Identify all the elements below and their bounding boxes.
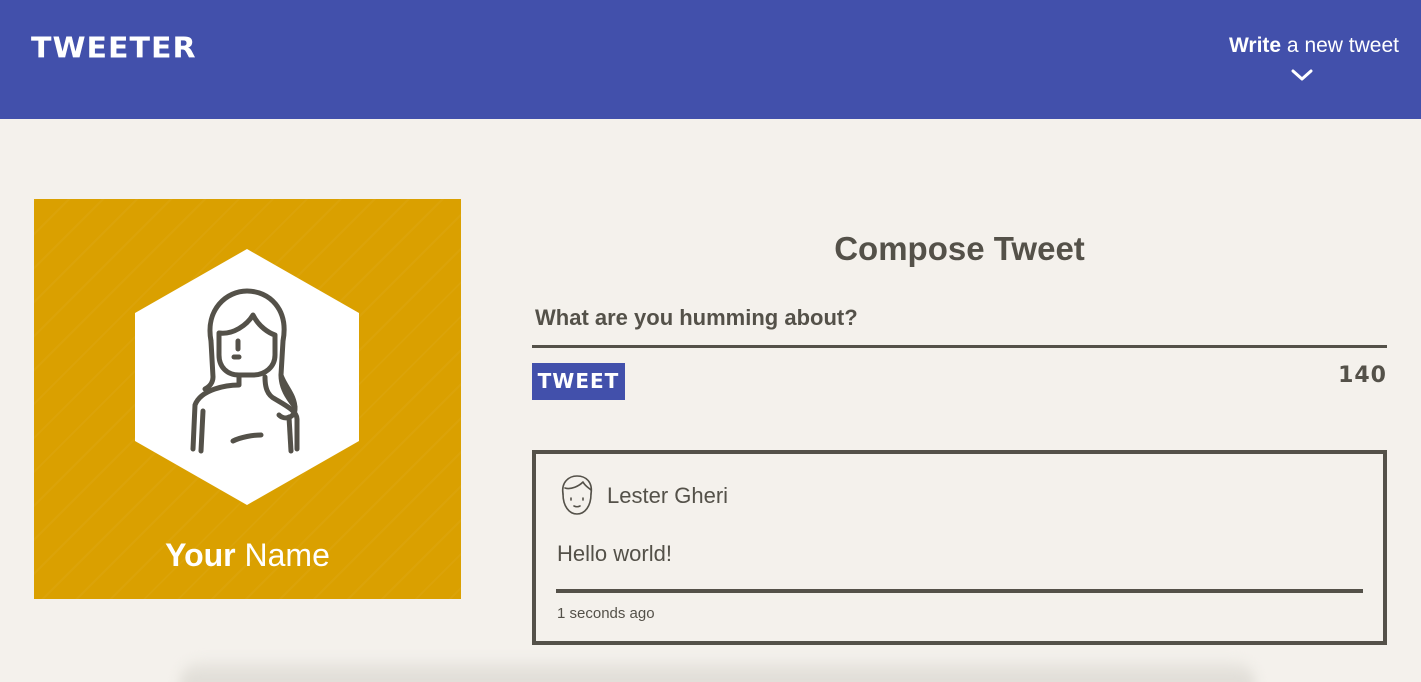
write-new-tweet-toggle[interactable]: Write a new tweet <box>1209 33 1399 85</box>
profile-name: Your Name <box>165 537 330 573</box>
top-nav: TWEETER Write a new tweet <box>0 0 1421 119</box>
write-new-tweet-label: Write a new tweet <box>1228 34 1399 57</box>
compose-title: Compose Tweet <box>834 230 1085 267</box>
bottom-shadow <box>180 662 1255 682</box>
chevron-down-icon[interactable] <box>1291 69 1313 81</box>
tweet-body: Hello world! <box>557 541 672 566</box>
brand-logo[interactable]: TWEETER <box>31 31 197 67</box>
tweet-timestamp: 1 seconds ago <box>557 605 655 622</box>
woman-avatar-icon <box>135 249 359 505</box>
tweet-card: Lester Gheri Hello world! 1 seconds ago <box>532 450 1387 645</box>
tweet-input[interactable] <box>532 298 1387 348</box>
tweet-button[interactable]: TWEET <box>532 363 625 400</box>
tweet-divider <box>556 589 1363 593</box>
character-counter: 140 <box>1338 363 1387 388</box>
man-avatar-icon <box>561 475 593 515</box>
profile-card: Your Name <box>34 199 461 599</box>
tweet-author: Lester Gheri <box>607 483 729 508</box>
